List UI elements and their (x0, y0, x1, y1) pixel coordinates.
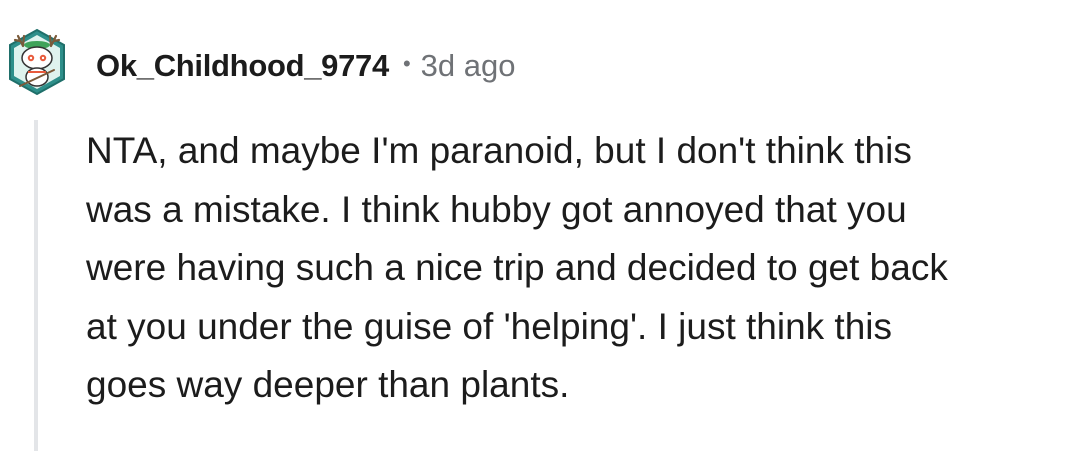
separator-dot: • (402, 51, 411, 76)
snoo-avatar-icon (9, 28, 65, 96)
comment-body: NTA, and maybe I'm paranoid, but I don't… (86, 130, 948, 405)
author-username[interactable]: Ok_Childhood_9774 (96, 48, 389, 84)
comment-timestamp[interactable]: 3d ago (421, 48, 516, 84)
comment-header: Ok_Childhood_9774 • 3d ago (96, 42, 515, 90)
comment: Ok_Childhood_9774 • 3d ago NTA, and mayb… (0, 0, 1080, 451)
thread-collapse-line[interactable] (34, 120, 38, 451)
avatar[interactable] (6, 28, 68, 96)
